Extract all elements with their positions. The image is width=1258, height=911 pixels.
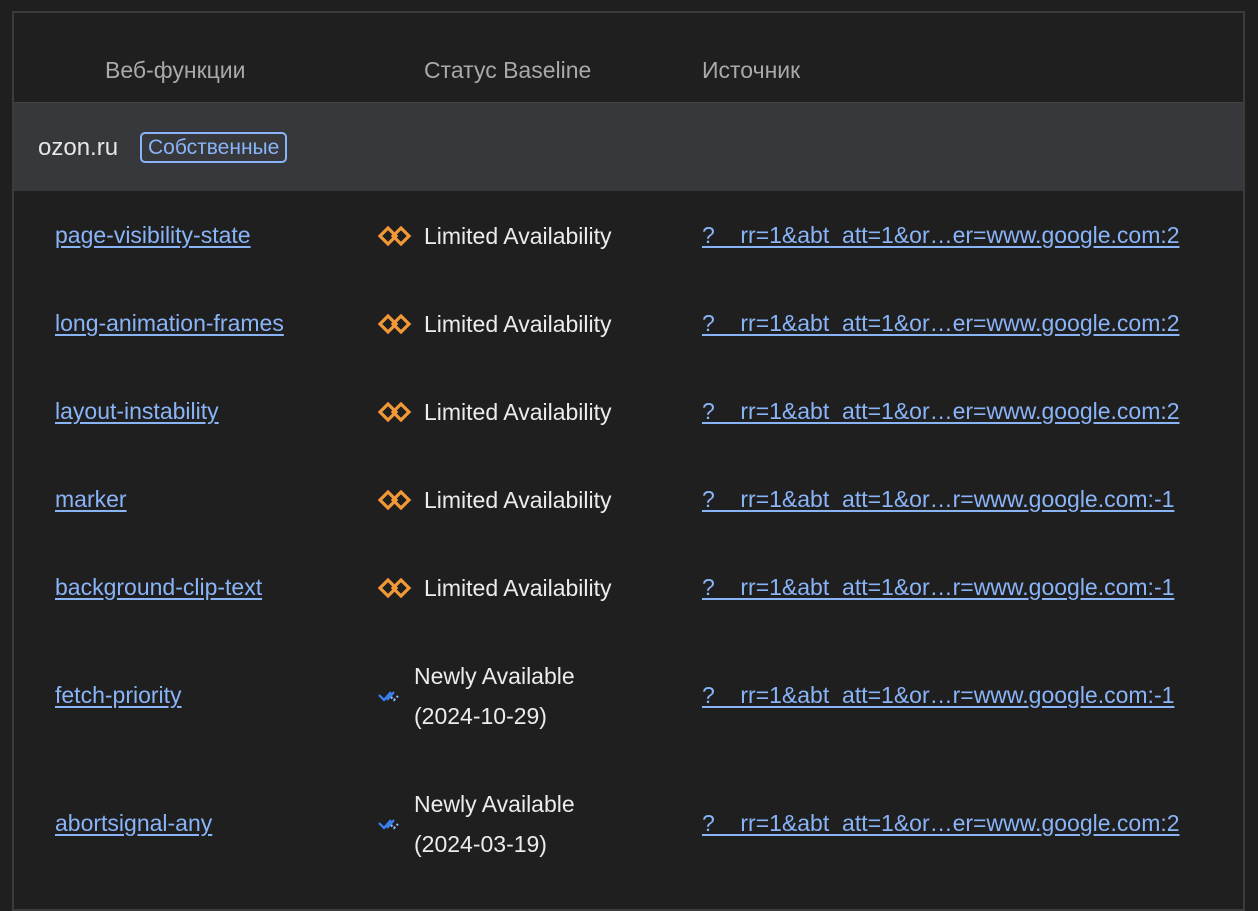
- feature-link[interactable]: long-animation-frames: [55, 310, 284, 337]
- group-row: ozon.ru Собственные: [14, 102, 1243, 191]
- column-header-source[interactable]: Источник: [702, 57, 800, 84]
- feature-link[interactable]: abortsignal-any: [55, 810, 212, 837]
- source-link[interactable]: ?__rr=1&abt_att=1&or…r=www.google.com:-1: [702, 682, 1174, 709]
- feature-link[interactable]: fetch-priority: [55, 682, 182, 709]
- baseline-status-label: Limited Availability: [424, 311, 612, 337]
- source-link[interactable]: ?__rr=1&abt_att=1&or…r=www.google.com:-1: [702, 574, 1174, 601]
- limited-availability-icon: [377, 489, 413, 511]
- feature-link[interactable]: background-clip-text: [55, 574, 262, 601]
- newly-available-icon: [377, 686, 413, 706]
- feature-link[interactable]: page-visibility-state: [55, 222, 251, 249]
- limited-availability-icon: [377, 225, 413, 247]
- limited-availability-icon: [377, 401, 413, 423]
- baseline-status-label: Limited Availability: [424, 223, 612, 249]
- source-link[interactable]: ?__rr=1&abt_att=1&or…r=www.google.com:-1: [702, 486, 1174, 513]
- column-header-baseline-status[interactable]: Статус Baseline: [424, 57, 591, 84]
- baseline-status-label: Newly Available: [414, 791, 575, 817]
- first-party-badge: Собственные: [140, 132, 288, 163]
- baseline-features-table: Веб-функции Статус Baseline Источник ozo…: [12, 11, 1245, 911]
- limited-availability-icon: [377, 577, 413, 599]
- baseline-status-label: Newly Available: [414, 663, 575, 689]
- source-link[interactable]: ?__rr=1&abt_att=1&or…er=www.google.com:2: [702, 222, 1180, 249]
- baseline-status-label: Limited Availability: [424, 399, 612, 425]
- baseline-status-date: (2024-03-19): [414, 831, 547, 857]
- baseline-status-label: Limited Availability: [424, 575, 612, 601]
- feature-link[interactable]: marker: [55, 486, 127, 513]
- feature-link[interactable]: layout-instability: [55, 398, 219, 425]
- baseline-status-date: (2024-10-29): [414, 703, 547, 729]
- source-link[interactable]: ?__rr=1&abt_att=1&or…er=www.google.com:2: [702, 398, 1180, 425]
- newly-available-icon: [377, 814, 413, 834]
- group-name: ozon.ru: [38, 134, 119, 161]
- column-header-features[interactable]: Веб-функции: [105, 57, 246, 84]
- source-link[interactable]: ?__rr=1&abt_att=1&or…er=www.google.com:2: [702, 810, 1180, 837]
- source-link[interactable]: ?__rr=1&abt_att=1&or…er=www.google.com:2: [702, 310, 1180, 337]
- baseline-status-label: Limited Availability: [424, 487, 612, 513]
- limited-availability-icon: [377, 313, 413, 335]
